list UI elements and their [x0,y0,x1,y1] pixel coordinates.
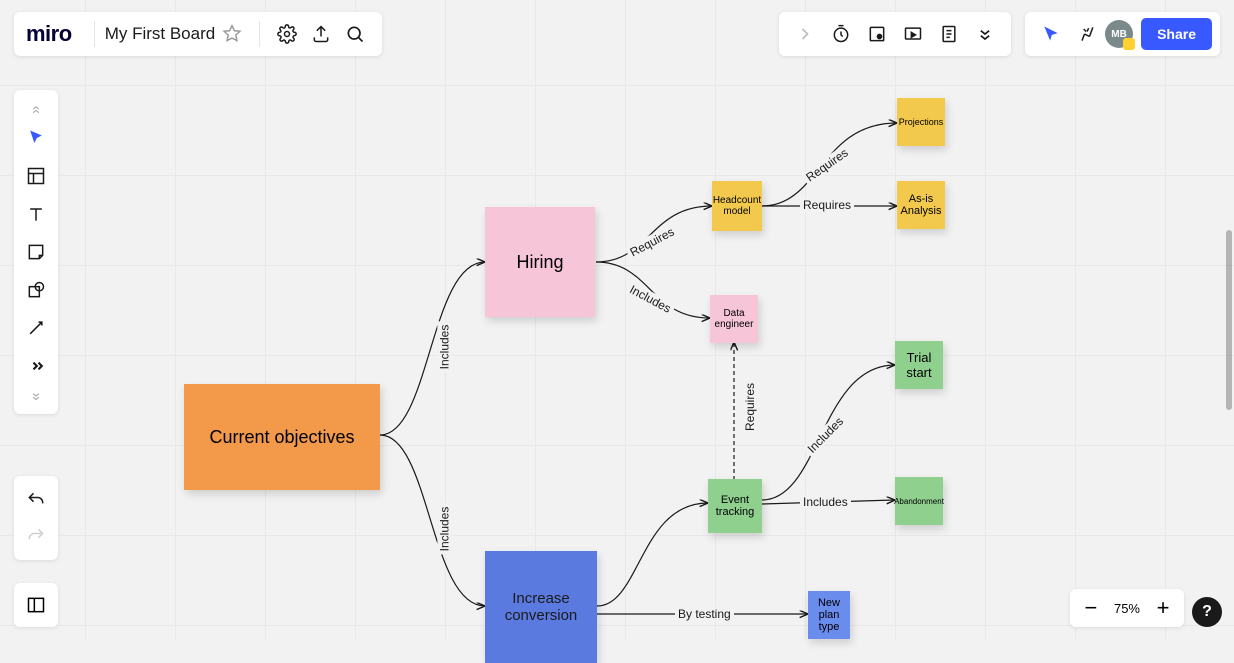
separator [94,21,95,47]
node-projections[interactable]: Projections [897,98,945,146]
zoom-level[interactable]: 75% [1106,601,1148,616]
node-current-objectives[interactable]: Current objectives [184,384,380,490]
select-tool-icon[interactable] [18,120,54,156]
left-toolbar [14,90,58,414]
topbar-left: miro My First Board [14,12,382,56]
avatar[interactable]: MB [1105,20,1133,48]
frames-panel-icon[interactable] [14,583,58,627]
topbar-right: MB Share [779,12,1220,56]
zoom-in-button[interactable]: + [1148,593,1178,623]
sticky-note-tool-icon[interactable] [18,234,54,270]
node-headcount-model[interactable]: Headcount model [712,181,762,231]
node-label: Headcount model [712,195,762,217]
edge-label: Requires [800,198,854,212]
node-label: Abandonment [894,497,944,506]
help-button[interactable]: ? [1192,597,1222,627]
node-data-engineer[interactable]: Data engineer [710,295,758,343]
chevron-right-icon[interactable] [787,17,823,51]
notes-icon[interactable] [931,17,967,51]
node-label: Data engineer [710,308,758,330]
node-label: Current objectives [209,427,354,448]
edge-label: By testing [675,607,734,621]
export-icon[interactable] [304,17,338,51]
edge-label: Includes [437,504,451,555]
miro-logo[interactable]: miro [26,21,72,47]
node-increase-conversion[interactable]: Increase conversion [485,551,597,663]
node-abandonment[interactable]: Abandonment [895,477,943,525]
undo-panel [14,476,58,560]
node-event-tracking[interactable]: Event tracking [708,479,762,533]
node-as-is-analysis[interactable]: As-is Analysis [897,181,945,229]
node-label: As-is Analysis [897,193,945,217]
zoom-out-button[interactable]: − [1076,593,1106,623]
redo-icon[interactable] [18,518,54,554]
vertical-scrollbar[interactable] [1226,230,1232,410]
collapse-up-icon[interactable] [18,98,54,118]
board-title[interactable]: My First Board [105,24,216,44]
avatar-initials: MB [1111,29,1127,40]
more-chevrons-icon[interactable] [967,17,1003,51]
settings-icon[interactable] [270,17,304,51]
undo-icon[interactable] [18,482,54,518]
help-label: ? [1202,603,1212,621]
more-tools-icon[interactable] [18,348,54,384]
templates-icon[interactable] [18,158,54,194]
reactions-icon[interactable] [1069,17,1105,51]
collab-panel: MB Share [1025,12,1220,56]
cursor-icon[interactable] [1033,17,1069,51]
node-label: Projections [899,117,944,127]
voting-icon[interactable] [859,17,895,51]
edge-label: Includes [437,322,451,373]
node-hiring[interactable]: Hiring [485,207,595,317]
collapse-down-icon[interactable] [18,386,54,406]
share-button[interactable]: Share [1141,18,1212,50]
node-new-plan-type[interactable]: New plan type [808,591,850,639]
shape-tool-icon[interactable] [18,272,54,308]
canvas-grid[interactable] [0,0,1234,639]
star-icon[interactable] [215,17,249,51]
tools-panel [779,12,1011,56]
node-label: Hiring [516,252,563,273]
separator [259,21,260,47]
node-label: Trial start [895,350,943,380]
node-label: New plan type [808,597,850,633]
edge-label: Requires [743,380,757,434]
presentation-icon[interactable] [895,17,931,51]
timer-icon[interactable] [823,17,859,51]
line-tool-icon[interactable] [18,310,54,346]
edge-label: Includes [800,495,851,509]
share-label: Share [1157,26,1196,42]
node-label: Increase conversion [485,590,597,624]
node-trial-start[interactable]: Trial start [895,341,943,389]
zoom-panel: − 75% + [1070,589,1184,627]
text-tool-icon[interactable] [18,196,54,232]
search-icon[interactable] [338,17,372,51]
node-label: Event tracking [708,494,762,518]
